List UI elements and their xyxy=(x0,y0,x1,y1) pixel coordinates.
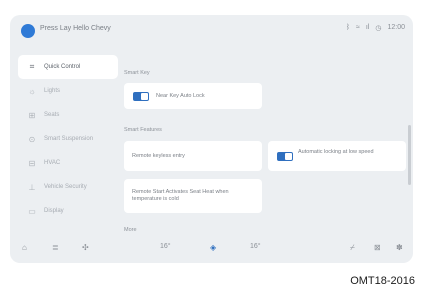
right-temperature[interactable]: 16° xyxy=(250,243,261,250)
settings-icon[interactable]: ✽ xyxy=(396,243,403,252)
fan-icon[interactable]: ✣ xyxy=(82,243,89,252)
sidebar-item-label: Lights xyxy=(44,88,61,94)
grid-icon: ⌗ xyxy=(29,62,35,71)
display-icon: ▭ xyxy=(28,206,36,216)
left-temperature[interactable]: 16° xyxy=(160,243,171,250)
bluetooth-icon: ᛒ xyxy=(345,24,351,31)
sidebar-item-label: Vehicle Security xyxy=(44,184,87,190)
sidebar-item-quick-control[interactable]: ⌗ Quick Control xyxy=(18,55,118,79)
sidebar-item-hvac[interactable]: ⊟ HVAC xyxy=(18,151,118,175)
sidebar-item-seats[interactable]: ⊞ Seats xyxy=(18,103,118,127)
seat-heat-icon[interactable]: ≣ xyxy=(52,243,59,252)
sidebar-item-label: HVAC xyxy=(44,160,61,166)
sidebar-item-label: Display xyxy=(44,208,64,214)
remote-start-seat-label: Remote Start Activates Seat Heat when te… xyxy=(132,189,229,202)
time-display: 12:00 xyxy=(387,24,405,31)
sidebar-item-label: Quick Control xyxy=(44,64,81,70)
near-key-lock-card[interactable]: Near Key Auto Lock xyxy=(124,83,262,109)
bottom-bar: ⌂ ≣ ✣ 16° ◈ 16° ⌿ ⊠ ✽ xyxy=(10,237,413,263)
sidebar: ⌗ Quick Control ☼ Lights ⊞ Seats ⊙ Smart… xyxy=(18,55,118,223)
section-title-more: More xyxy=(124,227,137,233)
climate-icon: ⊟ xyxy=(28,158,36,168)
near-key-lock-toggle[interactable] xyxy=(133,92,149,101)
defrost-icon[interactable]: ⌿ xyxy=(350,243,355,253)
remote-keyless-card[interactable]: Remote keyless entry xyxy=(124,141,262,171)
climate-center-icon[interactable]: ◈ xyxy=(210,243,216,252)
section-title-smart-features: Smart Features xyxy=(124,127,162,133)
sidebar-item-suspension[interactable]: ⊙ Smart Suspension xyxy=(18,127,118,151)
home-icon[interactable]: ⌂ xyxy=(22,243,27,252)
lock-icon: ⊥ xyxy=(28,182,36,192)
rear-defrost-icon[interactable]: ⊠ xyxy=(374,243,381,252)
near-key-lock-label: Near Key Auto Lock xyxy=(156,93,205,99)
seat-icon: ⊞ xyxy=(28,110,36,120)
sidebar-item-label: Seats xyxy=(44,112,60,118)
sun-icon: ☼ xyxy=(28,86,36,96)
scrollbar[interactable] xyxy=(408,125,411,185)
section-title-smart-key: Smart Key xyxy=(124,70,150,76)
auto-lock-label: Automatic locking at low speed xyxy=(298,149,374,155)
remote-keyless-label: Remote keyless entry xyxy=(132,153,185,159)
sidebar-item-label: Smart Suspension xyxy=(44,136,94,142)
signal-icon: ıl xyxy=(365,24,370,31)
status-bar: Press Lay Hello Chevy ᛒ ≈ ıl ◷ 12:00 xyxy=(10,15,413,57)
vehicle-screen: Press Lay Hello Chevy ᛒ ≈ ıl ◷ 12:00 ⌗ Q… xyxy=(10,15,413,263)
status-icons: ᛒ ≈ ıl ◷ 12:00 xyxy=(346,24,405,32)
sidebar-item-display[interactable]: ▭ Display xyxy=(18,199,118,223)
remote-start-seat-card[interactable]: Remote Start Activates Seat Heat when te… xyxy=(124,179,262,213)
sidebar-item-lights[interactable]: ☼ Lights xyxy=(18,79,118,103)
auto-lock-card[interactable]: Automatic locking at low speed xyxy=(268,141,406,171)
figure-caption: OMT18-2016 xyxy=(350,275,415,287)
suspension-icon: ⊙ xyxy=(28,134,36,144)
profile-avatar[interactable] xyxy=(21,24,35,38)
sidebar-item-security[interactable]: ⊥ Vehicle Security xyxy=(18,175,118,199)
profile-name[interactable]: Press Lay Hello Chevy xyxy=(40,25,111,32)
auto-lock-toggle[interactable] xyxy=(277,152,293,161)
wifi-icon: ≈ xyxy=(356,24,360,31)
clock-icon: ◷ xyxy=(375,25,382,32)
